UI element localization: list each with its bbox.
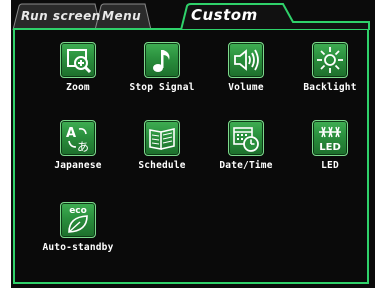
zoom-magnifier-icon [60,42,96,78]
app-date-time[interactable]: Date/Time [204,120,288,190]
app-japanese[interactable]: A あ Japanese [36,120,120,190]
icon-eco-text: eco [69,206,87,216]
tab-strip: Run screen Menu Custom [11,0,375,30]
app-led[interactable]: LED LED [288,120,372,190]
notebook-icon [144,120,180,156]
led-icon: LED [312,120,348,156]
icon-letter-a: A [66,126,76,141]
icon-led-text: LED [319,142,341,153]
eco-leaf-icon: eco [60,202,96,238]
icon-ja-char: あ [77,140,89,154]
calendar-clock-icon [228,120,264,156]
device-screen: Run screen Menu Custom Zoom Stop Signal … [11,0,375,288]
music-note-icon [144,42,180,78]
app-backlight[interactable]: Backlight [288,42,372,112]
sun-icon [312,42,348,78]
app-stop-signal[interactable]: Stop Signal [120,42,204,112]
speaker-icon [228,42,264,78]
tab-menu[interactable]: Menu [102,7,147,25]
app-schedule[interactable]: Schedule [120,120,204,190]
language-a-icon: A あ [60,120,96,156]
custom-panel: Zoom Stop Signal Volume Backlight A あ Ja… [13,30,369,284]
app-label: Backlight [303,82,357,93]
tab-run-screen[interactable]: Run screen [21,7,100,25]
tab-custom[interactable]: Custom [191,6,281,24]
app-zoom[interactable]: Zoom [36,42,120,112]
app-volume[interactable]: Volume [204,42,288,112]
app-label: LED [321,160,339,171]
app-auto-standby[interactable]: eco Auto-standby [36,202,120,272]
app-label: Auto-standby [42,242,114,253]
